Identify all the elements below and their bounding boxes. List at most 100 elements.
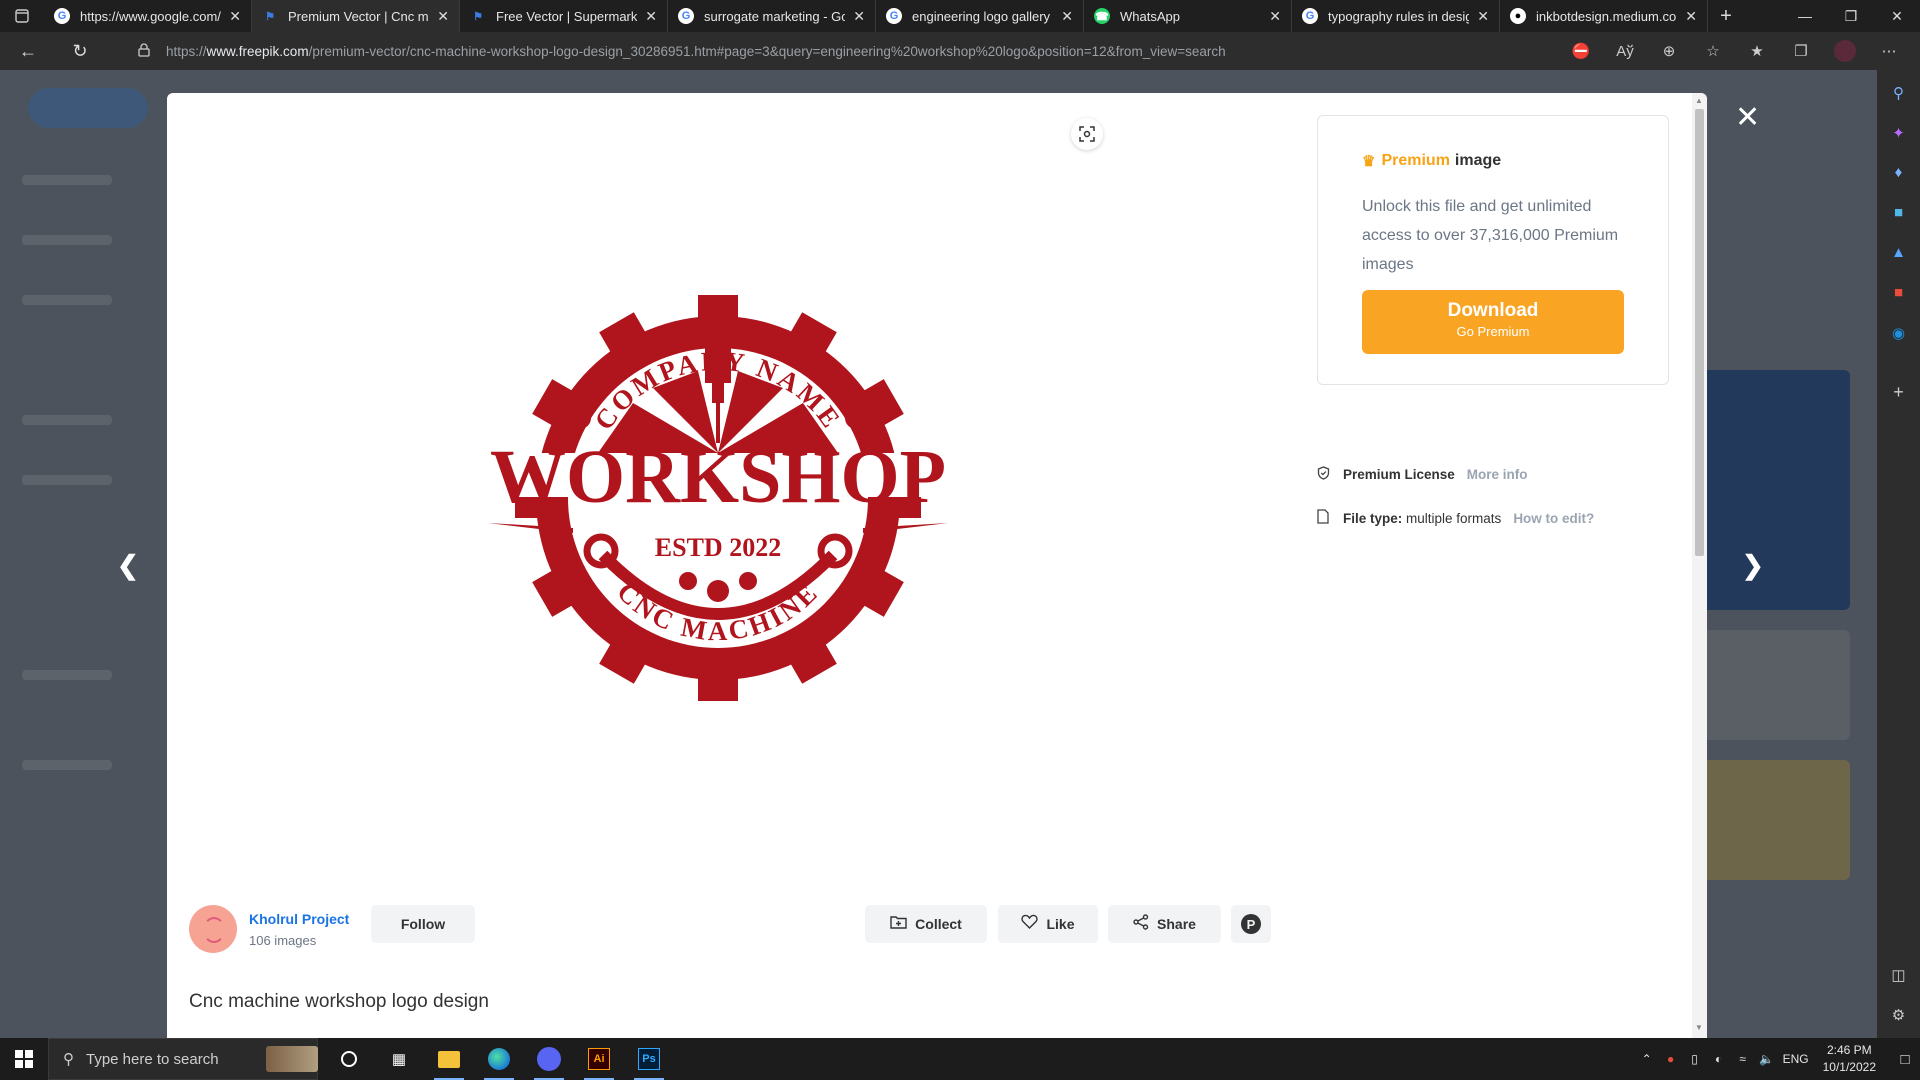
url-domain: www.freepik.com bbox=[206, 43, 309, 59]
close-tab-icon[interactable]: ✕ bbox=[1685, 8, 1697, 25]
pinterest-button[interactable]: P bbox=[1231, 905, 1271, 943]
cortana-icon[interactable] bbox=[324, 1038, 374, 1080]
url-field[interactable]: https://www.freepik.com/premium-vector/c… bbox=[166, 44, 1226, 59]
author-avatar[interactable] bbox=[189, 905, 237, 953]
language-indicator[interactable]: ENG bbox=[1779, 1052, 1813, 1066]
lock-icon[interactable] bbox=[138, 42, 158, 60]
download-button[interactable]: Download Go Premium bbox=[1362, 290, 1624, 354]
close-modal-button[interactable]: ✕ bbox=[1735, 100, 1760, 135]
gear-tooth bbox=[698, 661, 738, 701]
follow-button[interactable]: Follow bbox=[371, 905, 475, 943]
tab-title: engineering logo gallery - bbox=[912, 8, 1054, 24]
start-button[interactable] bbox=[0, 1038, 48, 1080]
browser-tab[interactable]: ⚑ Free Vector | Supermarket ✕ bbox=[460, 0, 668, 32]
browser-tab[interactable]: Ghttps://www.google.com/s ✕ bbox=[44, 0, 252, 32]
edge-browser-icon[interactable] bbox=[474, 1038, 524, 1080]
browser-tab[interactable]: Gsurrogate marketing - Goo ✕ bbox=[668, 0, 876, 32]
browser-tab[interactable]: Gtypography rules in design ✕ bbox=[1292, 0, 1500, 32]
scroll-down-icon[interactable]: ▼ bbox=[1695, 1023, 1703, 1032]
scroll-up-icon[interactable]: ▲ bbox=[1695, 96, 1703, 105]
modal-scrollbar[interactable]: ▲ ▼ bbox=[1692, 93, 1707, 1038]
collect-button[interactable]: Collect bbox=[865, 905, 987, 943]
crown-icon: ♛ bbox=[1362, 153, 1376, 170]
author-name[interactable]: Kholrul Project bbox=[249, 911, 349, 927]
news-widget-icon[interactable] bbox=[260, 1038, 324, 1080]
task-view-icon[interactable]: ▦ bbox=[374, 1038, 424, 1080]
freepik-favicon-icon: ⚑ bbox=[473, 10, 483, 23]
clock[interactable]: 2:46 PM 10/1/2022 bbox=[1823, 1042, 1876, 1076]
file-explorer-icon[interactable] bbox=[424, 1038, 474, 1080]
author-block: Kholrul Project 106 images bbox=[189, 905, 349, 953]
notifications-icon[interactable]: □ bbox=[1890, 1051, 1920, 1068]
sparkle-icon[interactable]: ✦ bbox=[1877, 124, 1920, 142]
games-icon[interactable]: ▲ bbox=[1877, 244, 1920, 261]
small-gear-icon bbox=[845, 407, 867, 429]
zoom-image-button[interactable] bbox=[1071, 118, 1103, 150]
refresh-button[interactable]: ↻ bbox=[62, 32, 98, 70]
like-button[interactable]: Like bbox=[998, 905, 1098, 943]
sidebar-settings-icon[interactable]: ⚙ bbox=[1877, 1006, 1920, 1024]
close-tab-icon[interactable]: ✕ bbox=[853, 8, 865, 25]
premium-word: Premium bbox=[1381, 152, 1450, 169]
volume-icon[interactable]: 🔈 bbox=[1755, 1052, 1779, 1066]
new-tab-button[interactable]: + bbox=[1708, 0, 1744, 32]
battery-icon[interactable]: ▯ bbox=[1683, 1052, 1707, 1066]
antivirus-icon[interactable]: ● bbox=[1659, 1052, 1683, 1066]
heart-icon bbox=[1021, 914, 1039, 934]
tab-actions-icon[interactable] bbox=[0, 0, 44, 32]
search-icon[interactable]: ⚲ bbox=[1877, 84, 1920, 102]
restore-button[interactable]: ❐ bbox=[1828, 0, 1874, 32]
url-path: /premium-vector/cnc-machine-workshop-log… bbox=[308, 43, 1226, 59]
windows-taskbar: ⚲ Type here to search ▦ Ai Ps ⌃ ● ▯ ◐ ≈ … bbox=[0, 1038, 1920, 1080]
browser-tab[interactable]: ⚑ Premium Vector | Cnc mac ✕ bbox=[252, 0, 460, 32]
zoom-icon[interactable]: ⊕ bbox=[1648, 32, 1690, 70]
license-row: Premium License More info bbox=[1317, 466, 1528, 483]
discord-icon[interactable] bbox=[524, 1038, 574, 1080]
close-tab-icon[interactable]: ✕ bbox=[645, 8, 657, 25]
close-tab-icon[interactable]: ✕ bbox=[1477, 8, 1489, 25]
office-icon[interactable]: ■ bbox=[1877, 284, 1920, 301]
tab-title: typography rules in design bbox=[1328, 8, 1470, 24]
favorite-star-icon[interactable]: ☆ bbox=[1692, 32, 1734, 70]
small-gear-icon bbox=[679, 572, 697, 590]
read-aloud-icon[interactable]: Aў bbox=[1604, 32, 1646, 70]
favorites-icon[interactable]: ★ bbox=[1736, 32, 1778, 70]
previous-image-arrow[interactable]: ❮ bbox=[117, 550, 139, 581]
close-tab-icon[interactable]: ✕ bbox=[437, 8, 449, 25]
share-button[interactable]: Share bbox=[1108, 905, 1221, 943]
wifi-icon[interactable]: ≈ bbox=[1731, 1052, 1755, 1066]
collections-icon[interactable]: ❐ bbox=[1780, 32, 1822, 70]
close-tab-icon[interactable]: ✕ bbox=[1269, 8, 1281, 25]
photoshop-icon[interactable]: Ps bbox=[624, 1038, 674, 1080]
browser-tab[interactable]: Gengineering logo gallery - ✕ bbox=[876, 0, 1084, 32]
tracking-prevention-icon[interactable]: ⛔ bbox=[1560, 32, 1602, 70]
shopping-tag-icon[interactable]: ♦ bbox=[1877, 164, 1920, 181]
show-hidden-icons[interactable]: ⌃ bbox=[1635, 1052, 1659, 1066]
add-sidebar-item-icon[interactable]: + bbox=[1877, 382, 1920, 403]
url-prefix: https:// bbox=[166, 43, 207, 59]
close-tab-icon[interactable]: ✕ bbox=[229, 8, 241, 25]
browser-tab[interactable]: ● inkbotdesign.medium.com ✕ bbox=[1500, 0, 1708, 32]
window-controls: — ❐ ✕ bbox=[1782, 0, 1920, 32]
close-window-button[interactable]: ✕ bbox=[1874, 0, 1920, 32]
back-button[interactable]: ← bbox=[10, 32, 46, 70]
next-image-arrow[interactable]: ❯ bbox=[1742, 550, 1764, 581]
minimize-button[interactable]: — bbox=[1782, 0, 1828, 32]
illustrator-icon[interactable]: Ai bbox=[574, 1038, 624, 1080]
browser-tab[interactable]: ☎ WhatsApp ✕ bbox=[1084, 0, 1292, 32]
how-to-edit-link[interactable]: How to edit? bbox=[1513, 511, 1594, 526]
close-tab-icon[interactable]: ✕ bbox=[1061, 8, 1073, 25]
tools-icon[interactable]: ■ bbox=[1877, 204, 1920, 221]
small-gear-icon bbox=[739, 572, 757, 590]
scrollbar-thumb[interactable] bbox=[1695, 109, 1704, 556]
author-image-count: 106 images bbox=[249, 932, 317, 948]
outlook-icon[interactable]: ◉ bbox=[1877, 324, 1920, 342]
more-info-link[interactable]: More info bbox=[1467, 467, 1528, 482]
network-icon[interactable]: ◐ bbox=[1707, 1052, 1731, 1066]
profile-avatar[interactable] bbox=[1824, 32, 1866, 70]
sidebar-layout-icon[interactable]: ◫ bbox=[1877, 966, 1920, 984]
more-menu-icon[interactable]: ⋯ bbox=[1868, 32, 1910, 70]
logo-estd-text: ESTD 2022 bbox=[655, 533, 781, 562]
background-nav-item bbox=[22, 175, 112, 185]
logo-main-text: WORKSHOP bbox=[490, 435, 946, 519]
